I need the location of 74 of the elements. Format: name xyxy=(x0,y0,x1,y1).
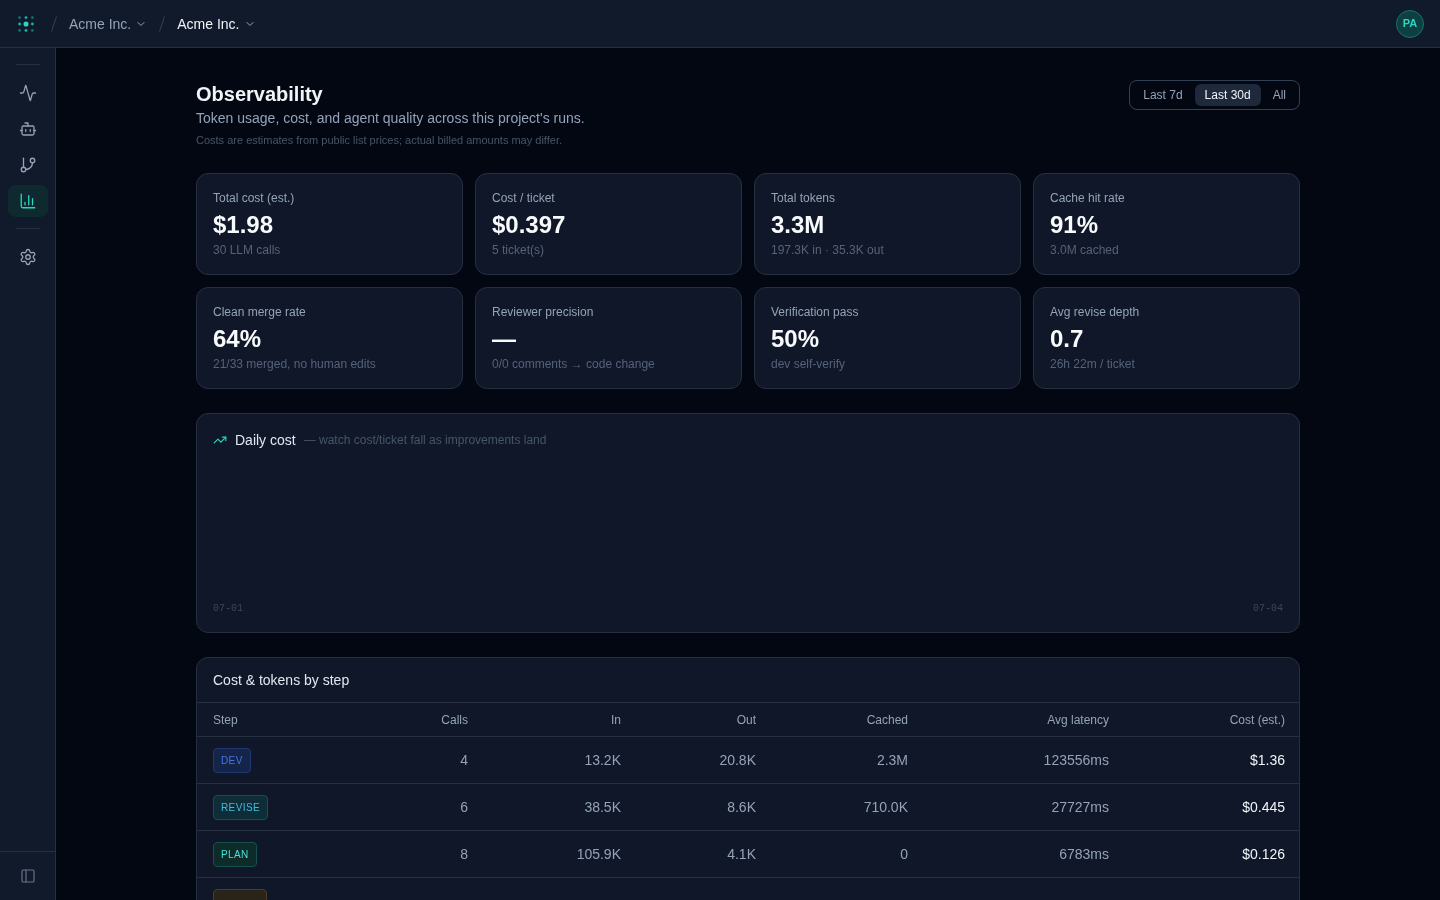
table-cell-text: 8 xyxy=(460,845,468,864)
page-title: Observability xyxy=(196,82,323,107)
metric-detail: 26h 22m / ticket xyxy=(1050,356,1135,372)
step-tag: REVISE xyxy=(213,794,269,820)
logo-icon xyxy=(18,15,34,32)
table-cell-text: $0.126 xyxy=(1242,845,1285,864)
column-header: Cost (est.) xyxy=(1229,711,1285,728)
metric-label: Cost / ticket xyxy=(492,190,555,206)
metric-label: Clean merge rate xyxy=(213,304,306,320)
column-header: Avg latency xyxy=(1047,711,1109,728)
table-cell-text: 2.3M xyxy=(876,751,908,770)
column-header: Step xyxy=(213,711,238,728)
table-cell-text: 710.0K xyxy=(863,798,908,817)
metric-label: Verification pass xyxy=(771,304,859,320)
table-cell-text: 105.9K xyxy=(576,845,621,864)
slash-icon xyxy=(51,15,57,32)
column-header: In xyxy=(611,711,621,728)
metric-value: 3.3M xyxy=(771,210,825,240)
robot-icon xyxy=(18,120,37,138)
column-header: Calls xyxy=(441,711,468,728)
bar-chart-icon xyxy=(18,192,37,210)
step-tag: DEV xyxy=(213,747,251,773)
table-title: Cost & tokens by step xyxy=(213,671,350,690)
table-cell-text: 4.1K xyxy=(727,845,756,864)
time-range-tab[interactable]: All xyxy=(1262,84,1296,106)
metric-detail: 21/33 merged, no human edits xyxy=(213,356,376,372)
time-range-tab[interactable]: Last 7d xyxy=(1133,84,1193,106)
metric-detail: 197.3K in · 35.3K out xyxy=(771,242,884,258)
chart-subtitle: — watch cost/ticket fall as improvements land xyxy=(303,432,547,448)
table-cell-text: 6 xyxy=(460,798,468,817)
slash-icon xyxy=(159,15,166,32)
step-tag: PLAN xyxy=(213,841,257,867)
breadcrumb-button[interactable]: Acme Inc. xyxy=(65,13,152,34)
time-range-tab[interactable]: Last 30d xyxy=(1194,84,1261,106)
breadcrumb-button[interactable]: Acme Inc. xyxy=(173,13,260,34)
table-cell-text: 13.2K xyxy=(584,751,621,770)
nav-button[interactable] xyxy=(7,185,48,217)
page-subtitle: Token usage, cost, and agent quality across this project's runs. xyxy=(196,109,585,128)
metric-value: $0.397 xyxy=(492,210,566,240)
table-cell-text: 8.6K xyxy=(727,798,756,817)
branch-icon xyxy=(18,156,37,174)
metric-value: 64% xyxy=(213,324,262,354)
pulse-icon xyxy=(18,84,37,102)
metric-detail: 3.0M cached xyxy=(1050,242,1119,258)
metric-value: 50% xyxy=(771,324,820,354)
metric-label: Avg revise depth xyxy=(1050,304,1140,320)
metric-value: $1.98 xyxy=(213,210,274,240)
metric-value: — xyxy=(492,324,516,354)
user-avatar[interactable]: PA xyxy=(1396,9,1424,38)
table-cell-text: 0 xyxy=(900,845,908,864)
metric-detail: 0/0 comments → code change xyxy=(492,356,655,372)
metric-value: 0.7 xyxy=(1050,324,1084,354)
cost-disclaimer: Costs are estimates from public list prices; actual billed amounts may differ. xyxy=(196,133,562,148)
sidebar-panel-icon xyxy=(19,868,36,884)
table-cell-text: 20.8K xyxy=(719,751,756,770)
table-cell-text: 6783ms xyxy=(1059,845,1109,864)
table-cell-text: 4 xyxy=(460,751,468,770)
metric-detail: dev self-verify xyxy=(771,356,846,372)
settings-icon xyxy=(18,248,37,266)
metric-detail: 5 ticket(s) xyxy=(492,242,544,258)
metric-value: 91% xyxy=(1050,210,1099,240)
metric-label: Cache hit rate xyxy=(1050,190,1125,206)
table-cell-text: 27727ms xyxy=(1051,798,1109,817)
metric-detail: 30 LLM calls xyxy=(213,242,281,258)
chart-title: Daily cost xyxy=(235,431,296,450)
column-header: Cached xyxy=(866,711,908,728)
table-cell-text: 38.5K xyxy=(584,798,621,817)
metric-label: Total tokens xyxy=(771,190,836,206)
metric-label: Reviewer precision xyxy=(492,304,594,320)
column-header: Out xyxy=(736,711,756,728)
table-cell-text: 123556ms xyxy=(1043,751,1109,770)
metric-label: Total cost (est.) xyxy=(213,190,295,206)
table-cell-text: $0.445 xyxy=(1242,798,1285,817)
table-cell-text: $1.36 xyxy=(1249,751,1285,770)
